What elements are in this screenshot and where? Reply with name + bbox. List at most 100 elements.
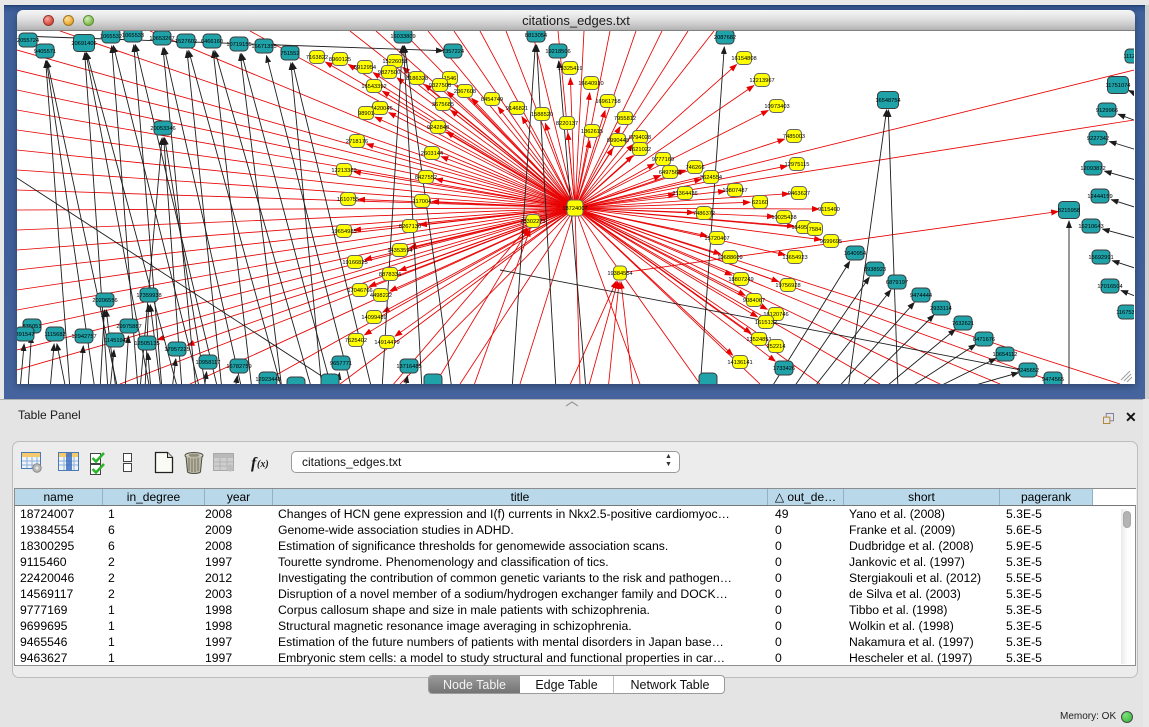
svg-text:10654112: 10654112 [993, 352, 1018, 358]
svg-text:12444159: 12444159 [1087, 194, 1112, 200]
svg-text:9463627: 9463627 [788, 191, 810, 197]
svg-text:1615132: 1615132 [755, 320, 777, 326]
svg-text:117004: 117004 [413, 199, 432, 205]
svg-text:1362615: 1362615 [581, 129, 603, 135]
svg-text:6466160: 6466160 [201, 39, 223, 45]
svg-text:2087682: 2087682 [714, 35, 736, 41]
svg-text:1640954: 1640954 [844, 251, 866, 257]
svg-text:1112096: 1112096 [1123, 54, 1134, 60]
svg-text:19384554: 19384554 [607, 271, 632, 277]
svg-text:7955812: 7955812 [614, 116, 636, 122]
svg-text:9245652: 9245652 [1017, 368, 1039, 374]
svg-text:1588520: 1588520 [531, 112, 553, 118]
svg-text:8454749: 8454749 [481, 97, 503, 103]
svg-text:8960125: 8960125 [329, 57, 351, 63]
svg-text:98901: 98901 [358, 111, 374, 117]
svg-text:19756928: 19756928 [775, 283, 800, 289]
svg-text:7163822: 7163822 [306, 55, 328, 61]
svg-text:9657771: 9657771 [330, 361, 352, 367]
svg-text:14136141: 14136141 [727, 360, 752, 366]
svg-text:9242848: 9242848 [427, 125, 449, 131]
svg-text:6794028: 6794028 [629, 135, 651, 141]
svg-text:10025438: 10025438 [771, 215, 796, 221]
svg-text:1065532: 1065532 [100, 34, 122, 40]
svg-text:16961758: 16961758 [595, 99, 620, 105]
svg-text:19654985: 19654985 [331, 229, 356, 235]
svg-text:12213967: 12213967 [749, 78, 774, 84]
svg-text:8427552: 8427552 [415, 175, 437, 181]
svg-text:13524851: 13524851 [746, 337, 771, 343]
svg-text:252214: 252214 [767, 344, 786, 350]
svg-text:2933114: 2933114 [930, 306, 952, 312]
svg-text:16782759: 16782759 [226, 364, 251, 370]
svg-text:1733426: 1733426 [773, 366, 795, 372]
svg-text:8990448: 8990448 [607, 138, 629, 144]
svg-text:9827500: 9827500 [378, 70, 400, 76]
svg-text:1145194: 1145194 [104, 338, 126, 344]
svg-text:20206556: 20206556 [92, 298, 117, 304]
svg-text:12942757: 12942757 [71, 334, 96, 340]
svg-text:15226058: 15226058 [382, 59, 407, 65]
svg-text:9146821: 9146821 [506, 106, 528, 112]
svg-text:16154808: 16154808 [731, 56, 756, 62]
svg-text:8215958: 8215958 [1058, 208, 1080, 214]
svg-text:7584: 7584 [809, 227, 822, 233]
svg-text:9474565: 9474565 [1042, 377, 1064, 383]
svg-text:14099489: 14099489 [361, 315, 386, 321]
svg-text:19218506: 19218506 [545, 49, 570, 55]
svg-text:20053346: 20053346 [150, 126, 175, 132]
svg-text:17046766: 17046766 [347, 288, 372, 294]
svg-text:29975887: 29975887 [116, 324, 141, 330]
svg-text:18807249: 18807249 [728, 277, 753, 283]
svg-text:1527602: 1527602 [175, 39, 197, 45]
svg-text:7357224: 7357224 [442, 49, 464, 55]
svg-text:15720407: 15720407 [704, 236, 729, 242]
svg-text:16543392: 16543392 [361, 84, 386, 90]
svg-text:11751074: 11751074 [1106, 83, 1131, 89]
svg-text:16548754: 16548754 [875, 98, 900, 104]
svg-text:15692991: 15692991 [1088, 255, 1113, 261]
svg-text:8267130: 8267130 [399, 224, 421, 230]
svg-text:10719155: 10719155 [226, 42, 251, 48]
svg-text:8186328: 8186328 [406, 76, 428, 82]
svg-text:7632621: 7632621 [952, 321, 974, 327]
svg-text:16671355: 16671355 [251, 44, 276, 50]
svg-text:17016504: 17016504 [1097, 284, 1122, 290]
svg-text:18724007: 18724007 [562, 206, 587, 212]
svg-text:7625402: 7625402 [345, 338, 367, 344]
svg-text:2367608: 2367608 [454, 89, 476, 95]
svg-text:8912954: 8912954 [354, 65, 376, 71]
svg-text:9327508: 9327508 [429, 83, 451, 89]
svg-text:20691406: 20691406 [71, 41, 96, 47]
svg-text:3624554: 3624554 [700, 175, 722, 181]
svg-text:9084067: 9084067 [743, 298, 765, 304]
svg-text:12213389: 12213389 [331, 168, 356, 174]
svg-text:10958117: 10958117 [196, 360, 221, 366]
svg-text:9115460: 9115460 [818, 207, 840, 213]
svg-text:12923448: 12923448 [255, 377, 280, 383]
svg-text:3675685: 3675685 [432, 102, 454, 108]
svg-text:8938923: 8938923 [864, 267, 886, 273]
svg-text:8813054: 8813054 [525, 33, 547, 39]
svg-text:17359938: 17359938 [136, 293, 161, 299]
svg-text:62160: 62160 [752, 200, 768, 206]
svg-text:746266: 746266 [686, 165, 705, 171]
svg-text:1065533: 1065533 [122, 33, 144, 39]
svg-text:9777169: 9777169 [652, 157, 674, 163]
svg-text:2055724: 2055724 [17, 38, 39, 44]
svg-text:16210643: 16210643 [1078, 224, 1103, 230]
svg-text:9129966: 9129966 [1096, 108, 1118, 114]
svg-text:19166825: 19166825 [342, 260, 367, 266]
svg-text:12505135: 12505135 [134, 341, 159, 347]
svg-text:8471676: 8471676 [973, 337, 995, 343]
svg-text:10807487: 10807487 [722, 188, 747, 194]
svg-text:1610755: 1610755 [337, 197, 359, 203]
svg-text:9474444: 9474444 [910, 293, 932, 299]
svg-text:14353594: 14353594 [387, 248, 412, 254]
svg-text:10653267: 10653267 [149, 36, 174, 42]
svg-text:13716485: 13716485 [396, 364, 421, 370]
svg-text:1621022: 1621022 [629, 147, 651, 153]
svg-text:13325419: 13325419 [557, 66, 582, 72]
svg-text:4498222: 4498222 [370, 293, 392, 299]
svg-text:17957225: 17957225 [164, 347, 189, 353]
